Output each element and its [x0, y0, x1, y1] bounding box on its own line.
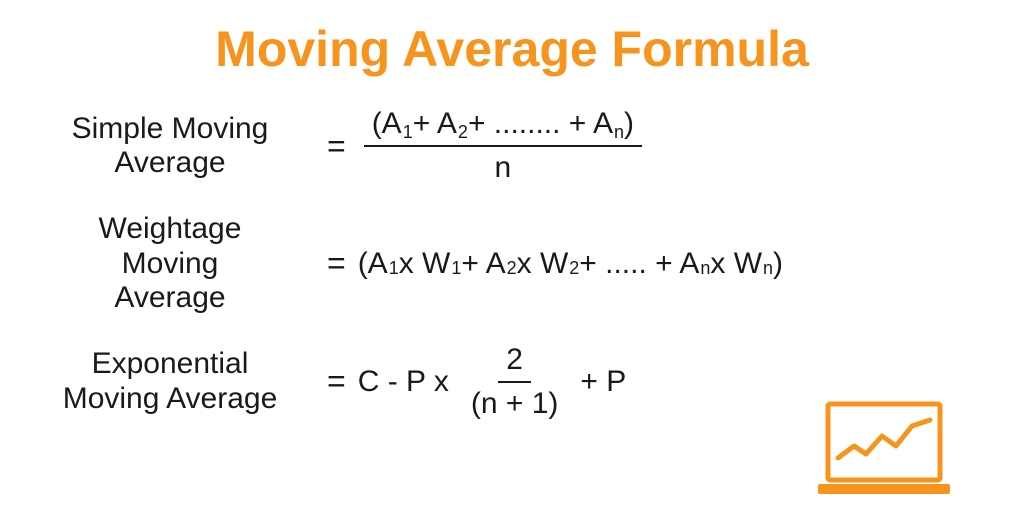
- ema-equals: =: [327, 363, 346, 400]
- sma-equals: =: [327, 128, 346, 165]
- ema-label-line1: Exponential: [35, 347, 305, 382]
- ema-pre: C - P x: [358, 365, 449, 399]
- ema-numerator: 2: [498, 342, 531, 383]
- sma-label-line2: Average: [35, 146, 305, 181]
- ema-denominator: (n + 1): [463, 383, 567, 422]
- page-title: Moving Average Formula: [35, 20, 989, 78]
- sma-numerator: (A1+ A2+ ........ + An): [364, 106, 642, 147]
- wma-rhs: (A1 x W1 + A2 x W2 + ..... + An x Wn): [358, 247, 783, 281]
- wma-label-line2: Moving: [35, 247, 305, 282]
- wma-label-line1: Weightage: [35, 212, 305, 247]
- sma-fraction: (A1+ A2+ ........ + An) n: [364, 106, 642, 186]
- ema-fraction: 2 (n + 1): [463, 342, 567, 422]
- wma-label: Weightage Moving Average: [35, 212, 315, 316]
- sma-rhs: (A1+ A2+ ........ + An) n: [358, 106, 648, 186]
- wma-label-line3: Average: [35, 281, 305, 316]
- wma-equals: =: [327, 245, 346, 282]
- sma-label-line1: Simple Moving: [35, 112, 305, 147]
- laptop-chart-icon: [814, 398, 954, 498]
- ema-label-line2: Moving Average: [35, 382, 305, 417]
- ema-label: Exponential Moving Average: [35, 347, 315, 416]
- formula-sma: Simple Moving Average = (A1+ A2+ .......…: [35, 106, 989, 186]
- ema-post: + P: [580, 365, 626, 399]
- formula-wma: Weightage Moving Average = (A1 x W1 + A2…: [35, 212, 989, 316]
- sma-label: Simple Moving Average: [35, 112, 315, 181]
- ema-rhs: C - P x 2 (n + 1) + P: [358, 342, 627, 422]
- sma-denominator: n: [487, 147, 520, 186]
